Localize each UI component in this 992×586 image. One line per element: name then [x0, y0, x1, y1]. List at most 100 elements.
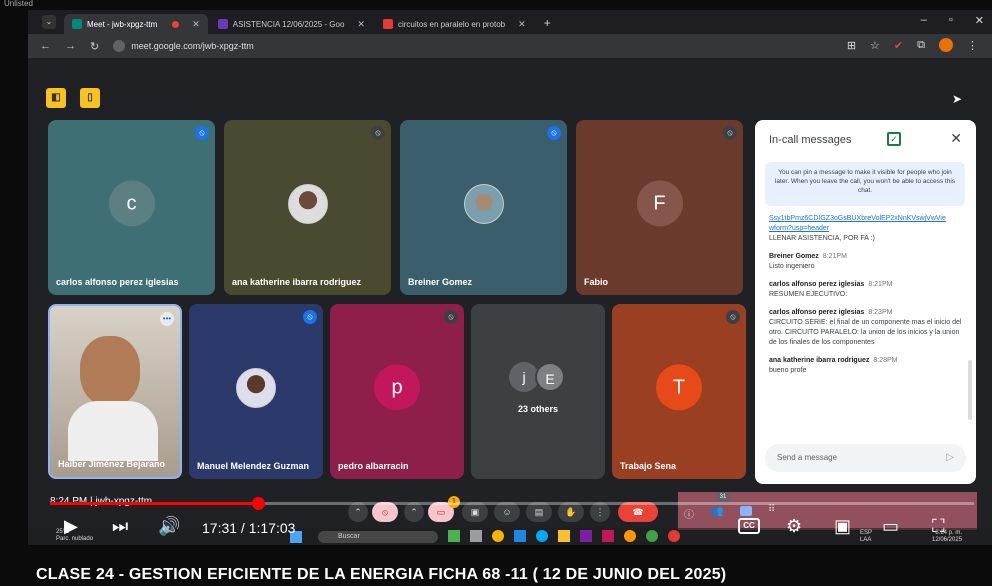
app-icon[interactable]: [668, 530, 680, 542]
participant-name: Haiber Jiménez Bejarano: [58, 459, 166, 469]
participant-tile[interactable]: ⦸ ana katherine ibarra rodriguez: [224, 120, 391, 295]
extension-icon[interactable]: ✔: [894, 39, 903, 52]
close-tab-icon[interactable]: ✕: [518, 19, 526, 30]
tab-label: circuitos en paralelo en protob: [397, 19, 506, 29]
message-header: Breiner Gomez 8:21PM: [769, 253, 847, 260]
chrome-icon[interactable]: [492, 530, 504, 542]
forward-icon[interactable]: →: [65, 40, 76, 52]
app-icon[interactable]: [448, 530, 460, 542]
present-button[interactable]: ▣: [462, 502, 488, 522]
participant-tile[interactable]: ⦸ p pedro albarracin: [330, 304, 464, 479]
extensions-puzzle-icon[interactable]: ⧉: [917, 39, 925, 52]
tab-search-icon[interactable]: ⌄: [42, 15, 56, 29]
app-icon[interactable]: [602, 530, 614, 542]
close-tab-icon[interactable]: ✕: [192, 19, 200, 30]
url-field[interactable]: meet.google.com/jwb-xpgz-ttm: [113, 40, 254, 52]
others-tile[interactable]: j E 23 others: [471, 304, 605, 479]
send-message-input[interactable]: Send a message ▷: [765, 444, 966, 472]
participant-name: Fabio: [584, 277, 608, 287]
message-text: Listo ingeniero: [769, 263, 815, 270]
participant-name: Manuel Melendez Guzman: [197, 461, 310, 471]
next-icon[interactable]: ⏭: [112, 516, 128, 537]
participant-tile-speaking[interactable]: ••• Haiber Jiménez Bejarano: [48, 304, 182, 479]
unlisted-label: Unlisted: [4, 0, 33, 8]
edge-icon[interactable]: [536, 530, 548, 542]
video-options-icon[interactable]: ⌃: [404, 502, 424, 522]
new-tab-icon[interactable]: +: [544, 16, 551, 30]
tab-youtube[interactable]: circuitos en paralelo en protob ✕: [375, 14, 534, 34]
participant-tile[interactable]: ⦸ Breiner Gomez: [400, 120, 567, 295]
browser-window: ⌄ Meet - jwb-xpgz-ttm ✕ ASISTENCIA 12/06…: [28, 10, 992, 545]
window-controls: – ▫ ✕: [921, 14, 984, 27]
in-call-messages-panel: In-call messages ✓ ✕ You can pin a messa…: [755, 120, 976, 484]
taskbar-search[interactable]: Buscar: [318, 531, 438, 543]
activities-icon[interactable]: ⠿: [768, 504, 775, 515]
avatar: T: [656, 363, 702, 410]
avatar: c: [108, 179, 155, 226]
captions-button[interactable]: ▤: [526, 502, 552, 522]
others-count: 23 others: [517, 404, 559, 414]
close-tab-icon[interactable]: ✕: [357, 19, 365, 30]
theater-mode-icon[interactable]: ▭: [882, 516, 899, 537]
settings-gear-icon[interactable]: ⚙: [786, 516, 802, 537]
bookmark-star-icon[interactable]: ☆: [870, 39, 880, 52]
participant-name: carlos alfonso perez iglesias: [56, 277, 179, 287]
hidden-tiles-icon[interactable]: ◧: [46, 88, 66, 108]
message-header: carlos alfonso perez iglesias 8:21PM: [769, 281, 893, 288]
fullscreen-icon[interactable]: ⛶: [932, 516, 945, 537]
send-icon[interactable]: ▷: [946, 444, 954, 472]
avatar: [287, 183, 328, 224]
chat-link[interactable]: Ssy1tbPmz6CDIGZ3oGsBUXbreVolEP2xNnKVswjV…: [769, 214, 965, 234]
participant-shirt: [68, 401, 158, 461]
reload-icon[interactable]: ↻: [90, 40, 99, 53]
info-icon[interactable]: ⓘ: [684, 506, 694, 521]
mic-off-icon: ⦸: [195, 126, 209, 140]
menu-icon[interactable]: ⋮: [967, 39, 978, 52]
close-icon[interactable]: ✕: [950, 130, 962, 147]
mouse-cursor-icon: ➤: [952, 92, 963, 106]
miniplayer-icon[interactable]: ▣: [834, 516, 851, 537]
pin-check-icon[interactable]: ✓: [887, 132, 901, 146]
meet-area: ◧ ▯ ➤ ⦸ c carlos alfonso perez iglesias …: [28, 58, 992, 545]
leave-call-button[interactable]: ☎: [618, 502, 658, 522]
participant-tile[interactable]: ⦸ c carlos alfonso perez iglesias: [48, 120, 215, 295]
emoji-button[interactable]: ☺: [494, 502, 520, 522]
participant-tile[interactable]: ⦸ Manuel Melendez Guzman: [189, 304, 323, 479]
profile-avatar[interactable]: [939, 38, 953, 52]
play-icon[interactable]: ▶: [64, 516, 78, 537]
participant-name: ana katherine ibarra rodriguez: [232, 277, 362, 287]
people-count-badge: 31: [716, 492, 730, 502]
raise-hand-button[interactable]: ✋: [558, 502, 584, 522]
chat-icon[interactable]: [740, 506, 752, 516]
app-icon[interactable]: [646, 530, 658, 542]
app-icon[interactable]: [580, 530, 592, 542]
progress-knob[interactable]: [251, 497, 265, 510]
folder-icon[interactable]: [558, 530, 570, 542]
close-window-icon[interactable]: ✕: [975, 14, 984, 27]
tab-asistencia[interactable]: ASISTENCIA 12/06/2025 - Goo ✕: [210, 14, 373, 34]
tab-meet[interactable]: Meet - jwb-xpgz-ttm ✕: [64, 14, 208, 34]
maximize-icon[interactable]: ▫: [949, 14, 953, 27]
translate-icon[interactable]: ⊞: [847, 39, 856, 52]
avatar: p: [374, 363, 420, 410]
captions-icon[interactable]: CC: [738, 518, 760, 534]
more-options-icon[interactable]: ⋮: [590, 502, 610, 522]
audio-options-icon[interactable]: ⌃: [348, 502, 368, 522]
app-icon[interactable]: [470, 530, 482, 542]
chat-scrollbar[interactable]: [968, 360, 972, 420]
participant-tile[interactable]: ⦸ T Trabajo Sena: [612, 304, 746, 479]
site-info-icon[interactable]: [113, 40, 126, 52]
participant-tile[interactable]: ⦸ F Fabio: [576, 120, 743, 295]
app-icon[interactable]: [624, 530, 636, 542]
volume-icon[interactable]: 🔊: [158, 516, 180, 537]
back-icon[interactable]: ←: [40, 40, 51, 52]
meeting-details-icon[interactable]: ▯: [80, 88, 100, 108]
people-icon[interactable]: 👥: [711, 506, 723, 517]
mic-toggle-button[interactable]: ⦸: [372, 502, 398, 522]
language-indicator[interactable]: ESP LAA: [860, 530, 872, 544]
minimize-icon[interactable]: –: [921, 14, 927, 27]
tab-label: Meet - jwb-xpgz-ttm: [87, 19, 158, 29]
app-icon[interactable]: [514, 530, 526, 542]
more-options-icon[interactable]: •••: [160, 312, 174, 326]
video-progress-bar[interactable]: [50, 497, 974, 510]
